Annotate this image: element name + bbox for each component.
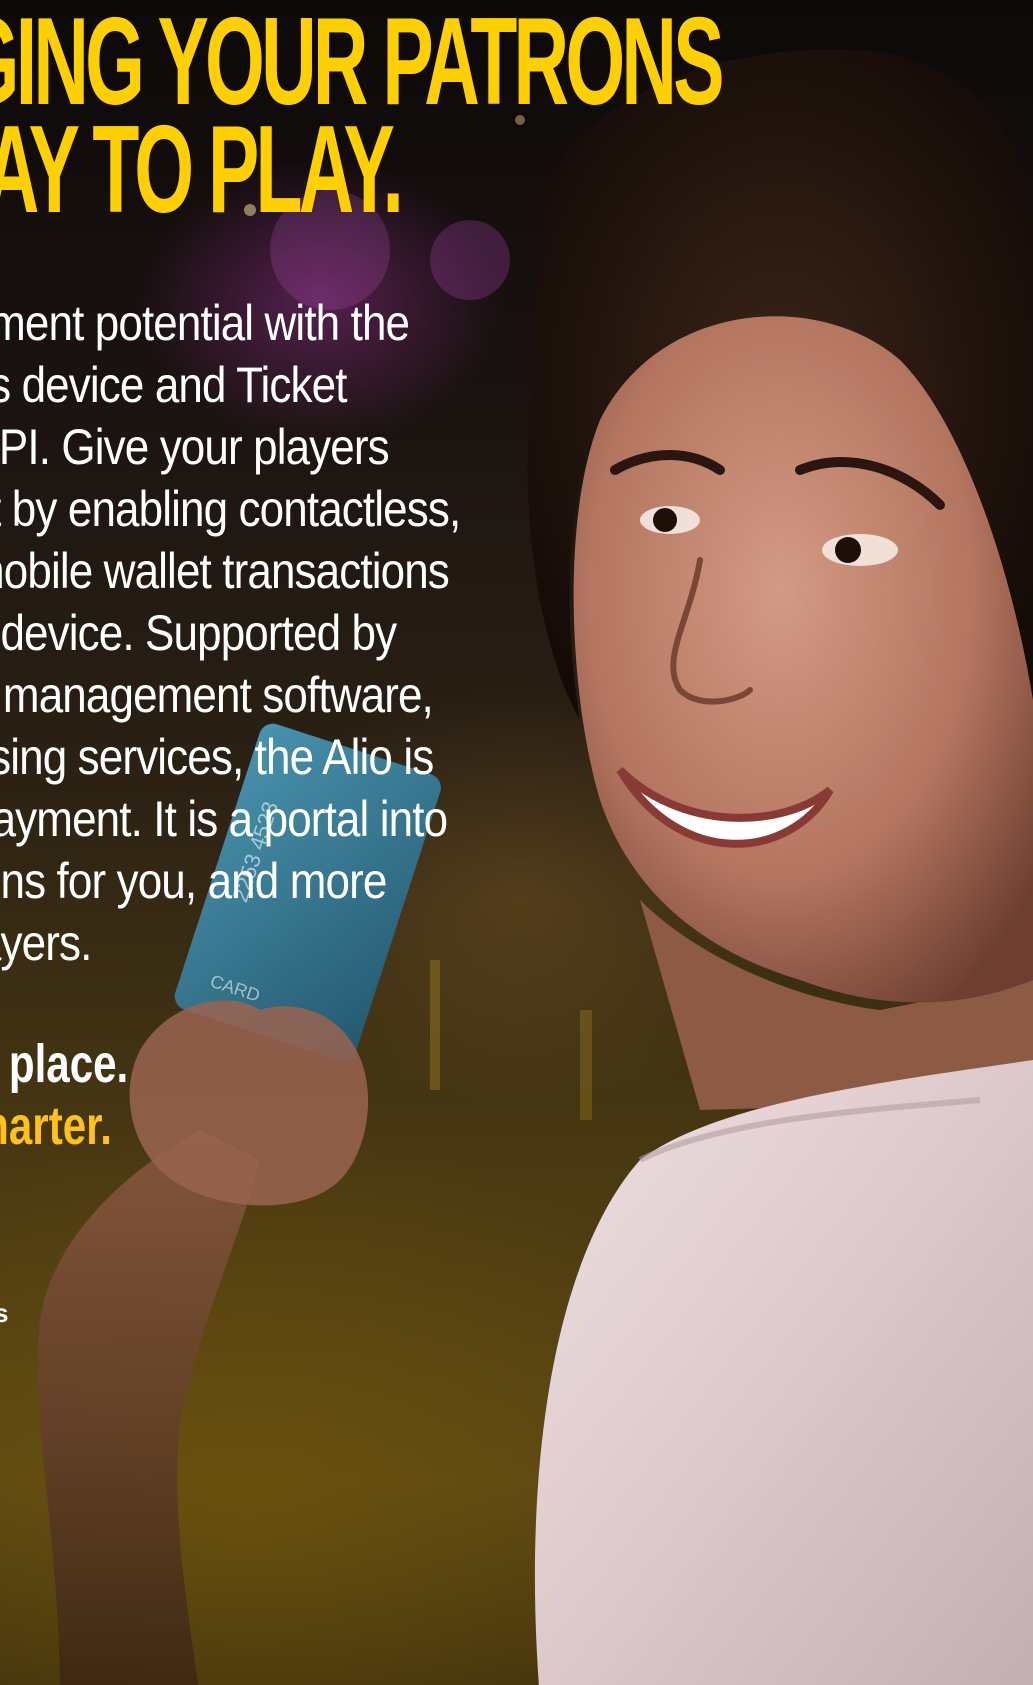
body-line: e management software,: [0, 667, 434, 723]
body-line: c device. Supported by: [0, 605, 397, 661]
body-line: layers.: [0, 915, 92, 971]
body-paragraph: yment potential with the ss device and T…: [0, 292, 461, 974]
tagline-line-1: he place.: [0, 1034, 129, 1094]
body-line: CPI. Give your players: [0, 419, 390, 475]
body-line: yment potential with the: [0, 295, 410, 351]
headline: IGING YOUR PATRONS VAY TO PLAY.: [0, 0, 725, 239]
tagline-line-2: smarter.: [0, 1096, 112, 1156]
body-line: ssing services, the Alio is: [0, 729, 434, 785]
ad-page: 2253 4523 CARD IGING YOUR PATRONS VAY TO…: [0, 0, 1033, 1685]
shirt: [534, 1060, 1033, 1685]
body-line: ss device and Ticket: [0, 357, 347, 413]
body-line: mobile wallet transactions: [0, 543, 450, 599]
hand: [129, 1000, 369, 1206]
body-line: ct by enabling contactless,: [0, 481, 461, 537]
arm: [37, 1130, 260, 1685]
headline-line-2: VAY TO PLAY.: [0, 101, 404, 239]
headline-line-1: IGING YOUR PATRONS: [0, 0, 725, 131]
body-line: payment. It is a portal into: [0, 791, 448, 847]
small-text: s: [0, 1298, 9, 1328]
body-line: ions for you, and more: [0, 853, 387, 909]
